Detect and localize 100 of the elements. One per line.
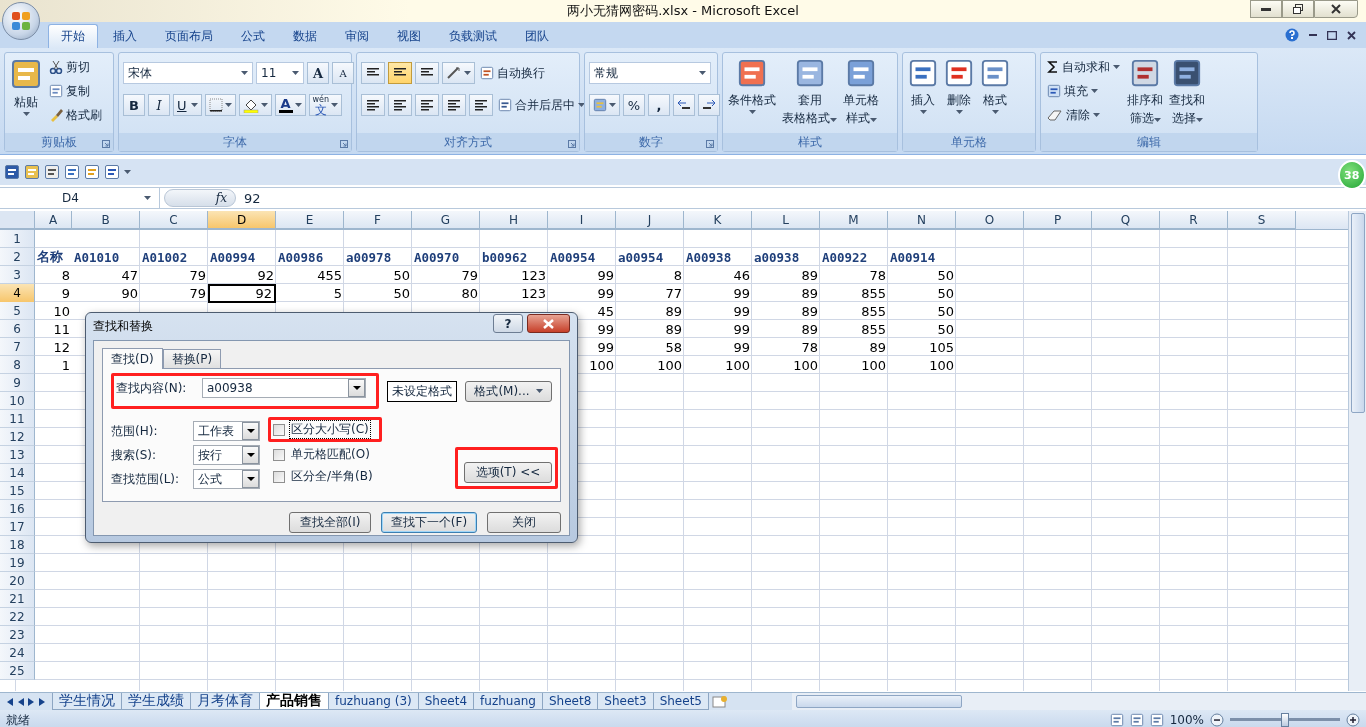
row-header[interactable]: 8 [0,356,35,374]
column-header[interactable]: D [208,211,276,229]
row-header[interactable]: 22 [0,608,35,626]
close-button[interactable] [1314,0,1358,18]
vertical-scrollbar[interactable] [1348,211,1366,691]
zoom-level[interactable]: 100% [1169,713,1204,727]
row-header[interactable]: 24 [0,644,35,662]
dialog-launcher-icon[interactable] [568,140,576,148]
column-header[interactable]: B [72,211,140,229]
row-header[interactable]: 2 [0,248,35,266]
sheet-tab[interactable]: Sheet5 [652,693,709,710]
clear-button[interactable]: 清除 [1045,104,1122,126]
align-center-button[interactable] [388,94,412,116]
column-header[interactable]: K [684,211,752,229]
column-header[interactable]: L [752,211,820,229]
insert-cells-button[interactable]: 插入 [907,56,939,130]
borders-button[interactable] [204,94,236,116]
ribbon-tab[interactable]: 开始 [48,24,98,48]
column-header[interactable]: Q [1092,211,1160,229]
format-cells-button[interactable]: 格式 [979,56,1011,130]
column-header[interactable]: A [35,211,72,229]
currency-button[interactable] [589,94,620,116]
column-header[interactable]: C [140,211,208,229]
comma-button[interactable]: , [648,94,670,116]
dialog-launcher-icon[interactable] [340,140,348,148]
shrink-font-button[interactable]: A [332,62,354,84]
bottom-align-button[interactable] [415,62,439,84]
column-header[interactable]: J [616,211,684,229]
first-sheet-icon[interactable] [6,697,13,706]
column-header[interactable]: H [480,211,548,229]
ribbon-tab[interactable]: 公式 [228,24,278,48]
format-button[interactable]: 格式(M)... [465,380,552,402]
row-header[interactable]: 10 [0,392,35,410]
last-sheet-icon[interactable] [39,697,46,706]
column-header[interactable]: P [1024,211,1092,229]
sheet-tab[interactable]: 月考体育 [190,693,260,710]
zoom-out-icon[interactable] [1210,713,1224,727]
decrease-decimal-button[interactable] [698,94,720,116]
previous-sheet-icon[interactable] [17,697,24,706]
number-format-field[interactable]: 常规 [589,62,711,84]
underline-button[interactable]: U [173,94,202,116]
minimize-button[interactable] [1250,0,1282,18]
ribbon-tab[interactable]: 插入 [100,24,150,48]
row-header[interactable]: 15 [0,482,35,500]
column-header[interactable]: R [1160,211,1228,229]
font-name-field[interactable]: 宋体 [123,62,253,84]
column-header[interactable]: N [888,211,956,229]
sheet-tab[interactable]: Sheet3 [597,693,654,710]
row-header[interactable]: 11 [0,410,35,428]
column-header[interactable]: I [548,211,616,229]
sheet-tab[interactable]: 产品销售 [259,693,329,710]
find-select-button[interactable]: 查找和 选择 [1168,56,1206,130]
sheet-tab[interactable]: 学生成绩 [121,693,191,710]
italic-button[interactable]: I [148,94,170,116]
restore-icon[interactable] [1327,30,1337,40]
row-header[interactable]: 9 [0,374,35,392]
sheet-tab[interactable]: Sheet4 [417,693,475,710]
help-icon[interactable] [1285,28,1299,42]
format-painter-button[interactable]: 格式刷 [47,104,104,126]
fill-button[interactable]: 填充 [1045,80,1122,102]
font-color-button[interactable]: A [274,94,306,116]
row-header[interactable]: 19 [0,554,35,572]
help-button[interactable]: ? [493,314,523,333]
column-header[interactable]: O [956,211,1024,229]
column-header[interactable]: G [412,211,480,229]
row-header[interactable]: 14 [0,464,35,482]
formula-field[interactable]: 92 [236,188,1366,208]
dialog-tab[interactable]: 查找(D) [102,348,163,369]
ribbon-tab[interactable]: 团队 [512,24,562,48]
row-header[interactable]: 3 [0,266,35,284]
ribbon-tab[interactable]: 页面布局 [152,24,226,48]
fill-color-button[interactable] [238,94,272,116]
zoom-in-icon[interactable] [1346,713,1360,727]
row-header[interactable]: 18 [0,536,35,554]
checkbox[interactable]: 单元格匹配(O) [273,445,372,464]
close-icon[interactable] [1347,30,1356,40]
next-sheet-icon[interactable] [28,697,35,706]
font-size-field[interactable]: 11 [256,62,304,84]
row-header[interactable]: 16 [0,500,35,518]
orientation-button[interactable] [442,62,475,84]
bold-button[interactable]: B [123,94,145,116]
cell-styles-button[interactable]: 单元格 样式 [842,56,880,130]
dialog-button[interactable]: 查找下一个(F) [381,512,477,533]
checkbox[interactable]: 区分全/半角(B) [273,467,375,486]
dialog-button[interactable]: 查找全部(I) [289,512,371,533]
align-left-button[interactable] [361,94,385,116]
horizontal-scrollbar[interactable] [791,693,1366,710]
grow-font-button[interactable]: A [307,62,329,84]
dropdown-field[interactable]: 工作表 [193,421,260,441]
close-button[interactable] [527,314,570,333]
increase-decimal-button[interactable] [673,94,695,116]
dialog-tab[interactable]: 替换(P) [162,349,222,368]
sheet-tab[interactable]: fuzhuang (3) [328,693,419,710]
dialog-launcher-icon[interactable] [706,140,714,148]
zoom-thumb[interactable] [1281,713,1289,727]
row-header[interactable]: 21 [0,590,35,608]
wrap-text-button[interactable]: 自动换行 [478,62,547,84]
percent-button[interactable]: % [623,94,645,116]
sort-filter-button[interactable]: 排序和 筛选 [1126,56,1164,130]
options-button[interactable]: 选项(T) << [464,462,552,483]
